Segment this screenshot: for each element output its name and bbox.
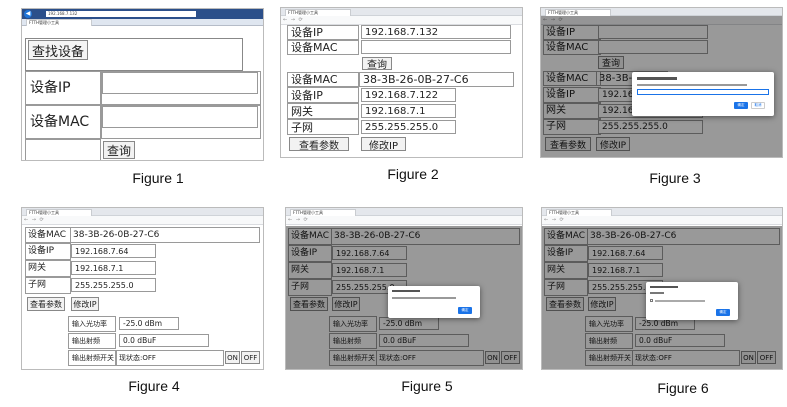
dialog-title-line <box>650 286 678 288</box>
address-bar[interactable]: 192.168.7.132 <box>46 11 196 17</box>
alert-dialog: 确定 <box>388 286 480 318</box>
dialog-checkbox[interactable] <box>650 299 653 302</box>
figure-4-caption: Figure 4 <box>128 378 180 394</box>
figure-1-screenshot: ◀ 192.168.7.132 FTTH管理小工具 查找设备 设备IP 设备MA… <box>21 8 264 161</box>
modify-ip-button[interactable]: 修改IP <box>361 137 406 152</box>
gateway-input[interactable]: 192.168.7.1 <box>361 104 456 118</box>
dialog-message-line <box>392 297 456 299</box>
browser-address-bar: ← → ⟳ <box>22 216 263 225</box>
browser-tab[interactable]: FTTH管理小工具 <box>26 19 92 26</box>
dialog-message-line <box>637 84 747 86</box>
mac-label: 设备MAC <box>287 40 359 55</box>
subnet-label: 子网 <box>287 119 359 135</box>
figure-6-caption: Figure 6 <box>657 380 709 396</box>
nav-arrows-icon[interactable]: ← → ⟳ <box>24 217 45 223</box>
find-device-button[interactable]: 查找设备 <box>28 40 88 60</box>
browser-tab[interactable]: FTTH管理小工具 <box>545 9 611 16</box>
figure-2-caption: Figure 2 <box>387 166 439 182</box>
browser-tab-bar: FTTH管理小工具 <box>541 8 782 16</box>
browser-tab-bar: FTTH管理小工具 <box>286 208 522 216</box>
browser-address-bar: ← → ⟳ <box>542 216 782 225</box>
query-button[interactable]: 查询 <box>103 141 135 159</box>
device-mac-input[interactable] <box>102 106 258 128</box>
modify-ip-button[interactable]: 修改IP <box>71 297 99 311</box>
switch-status: 现状态:OFF <box>116 350 224 366</box>
gateway-label: 网关 <box>287 103 359 119</box>
subnet-input[interactable]: 255.255.255.0 <box>71 278 156 292</box>
ip-label: 设备IP <box>25 243 71 260</box>
figure-5-screenshot: FTTH管理小工具 ← → ⟳ 设备MAC 38-3B-26-0B-27-C6 … <box>285 207 523 370</box>
browser-tab[interactable]: FTTH管理小工具 <box>285 9 351 16</box>
nav-arrows-icon[interactable]: ← → ⟳ <box>544 217 565 223</box>
optical-value: -25.0 dBm <box>119 317 179 330</box>
browser-toolbar: ◀ 192.168.7.132 <box>22 9 263 19</box>
browser-tab-bar: FTTH管理小工具 <box>281 8 522 16</box>
figure-5-caption: Figure 5 <box>401 378 453 394</box>
dialog-ok-button[interactable]: 确定 <box>716 309 730 316</box>
mac-label: 设备MAC <box>25 227 71 243</box>
dev-mac-label: 设备MAC <box>287 72 359 87</box>
figure-3-caption: Figure 3 <box>649 170 701 186</box>
figure-4-screenshot: FTTH管理小工具 ← → ⟳ 设备MAC 38-3B-26-0B-27-C6 … <box>21 207 264 370</box>
query-cell-left <box>25 139 101 160</box>
view-params-button[interactable]: 查看参数 <box>289 137 349 152</box>
off-button[interactable]: OFF <box>241 351 260 364</box>
dialog-message-line <box>650 292 664 294</box>
dialog-cancel-button[interactable]: 取消 <box>751 102 765 109</box>
back-icon[interactable]: ◀ <box>24 10 32 18</box>
browser-tab-bar: FTTH管理小工具 <box>22 208 263 216</box>
prompt-dialog: 确定 取消 <box>632 72 774 116</box>
rf-label: 输出射频 <box>68 333 116 349</box>
ip-label: 设备IP <box>287 25 359 40</box>
dialog-checkbox-label-line <box>655 300 705 302</box>
alert-dialog: 确定 <box>646 282 738 320</box>
dialog-title-line <box>637 77 677 80</box>
mac-input[interactable] <box>361 40 511 54</box>
dev-mac-value: 38-3B-26-0B-27-C6 <box>359 72 514 87</box>
device-ip-label: 设备IP <box>25 71 101 105</box>
browser-tab-bar: FTTH管理小工具 <box>542 208 782 216</box>
subnet-label: 子网 <box>25 277 71 294</box>
gateway-input[interactable]: 192.168.7.1 <box>71 261 156 275</box>
dialog-ok-button[interactable]: 确定 <box>458 307 472 314</box>
browser-tab[interactable]: FTTH管理小工具 <box>546 209 612 216</box>
browser-address-bar: ← → ⟳ <box>281 16 522 25</box>
figure-3-screenshot: FTTH管理小工具 ← → ⟳ 设备IP 设备MAC 查询 设备MAC 38-3… <box>540 7 783 158</box>
subnet-input[interactable]: 255.255.255.0 <box>361 120 456 134</box>
dialog-ok-button[interactable]: 确定 <box>734 102 748 109</box>
on-button[interactable]: ON <box>225 351 240 364</box>
figure-1-caption: Figure 1 <box>132 170 184 186</box>
view-params-button[interactable]: 查看参数 <box>27 297 65 311</box>
nav-arrows-icon[interactable]: ← → ⟳ <box>283 17 304 23</box>
switch-label: 输出射频开关 <box>68 350 116 366</box>
nav-arrows-icon[interactable]: ← → ⟳ <box>288 217 309 223</box>
figure-2-screenshot: FTTH管理小工具 ← → ⟳ 设备IP 192.168.7.132 设备MAC… <box>280 7 523 158</box>
browser-tab[interactable]: FTTH管理小工具 <box>26 209 92 216</box>
device-mac-label: 设备MAC <box>25 105 101 139</box>
figure-6-screenshot: FTTH管理小工具 ← → ⟳ 设备MAC 38-3B-26-0B-27-C6 … <box>541 207 783 370</box>
ip-input[interactable]: 192.168.7.64 <box>71 244 156 258</box>
ip-input[interactable]: 192.168.7.132 <box>361 25 511 39</box>
dev-ip-input[interactable]: 192.168.7.122 <box>361 88 456 102</box>
gateway-label: 网关 <box>25 260 71 277</box>
dev-ip-label: 设备IP <box>287 87 359 103</box>
browser-tab[interactable]: FTTH管理小工具 <box>290 209 356 216</box>
browser-address-bar: ← → ⟳ <box>286 216 522 225</box>
device-ip-input[interactable] <box>102 72 258 94</box>
optical-label: 输入光功率 <box>68 316 116 332</box>
dialog-title-line <box>392 290 420 292</box>
dialog-input[interactable] <box>637 89 769 95</box>
rf-value: 0.0 dBuF <box>119 334 209 347</box>
mac-value: 38-3B-26-0B-27-C6 <box>70 227 260 243</box>
query-button[interactable]: 查询 <box>362 57 392 71</box>
